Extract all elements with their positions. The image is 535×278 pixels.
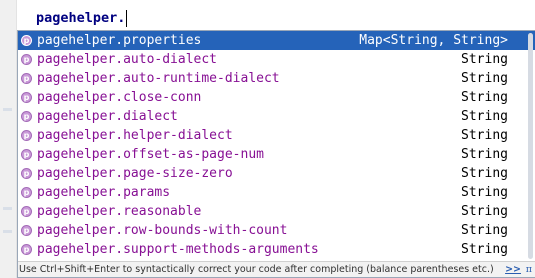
completion-item-type: String [461,185,508,200]
completion-item-type: String [461,71,508,86]
completion-item[interactable]: p pagehelper.auto-runtime-dialect String [18,69,535,88]
popup-scrollbar[interactable] [528,33,533,259]
completion-item-name: pagehelper.close-conn [37,90,202,105]
completion-item[interactable]: p pagehelper.properties Map<String, String… [18,31,535,50]
property-icon: p [21,206,32,217]
completion-item-name: pagehelper.reasonable [37,204,202,219]
property-icon: p [21,92,32,103]
completion-item[interactable]: p pagehelper.helper-dialect String [18,126,535,145]
completion-item[interactable]: p pagehelper.row-bounds-with-count String [18,221,535,240]
gutter-marker [3,230,12,233]
completion-item-type: String [461,166,508,181]
completion-popup[interactable]: p pagehelper.properties Map<String, String… [17,30,535,278]
completion-item-name: pagehelper.auto-dialect [37,52,218,67]
more-link[interactable]: >> [505,262,521,277]
completion-item[interactable]: p pagehelper.auto-dialect String [18,50,535,69]
property-icon: p [21,54,32,65]
completion-item-type: String [461,204,508,219]
editor-gutter [0,0,17,278]
property-icon: p [21,35,32,46]
property-icon: p [21,168,32,179]
property-icon: p [21,149,32,160]
completion-item-type: String [461,223,508,238]
property-icon: p [21,187,32,198]
property-icon: p [21,111,32,122]
completion-list[interactable]: p pagehelper.properties Map<String, String… [18,31,535,259]
completion-item-type: String [461,242,508,257]
completion-item[interactable]: p pagehelper.page-size-zero String [18,164,535,183]
completion-item-name: pagehelper.offset-as-page-num [37,147,264,162]
completion-item-name: pagehelper.params [37,185,171,200]
completion-item-type: String [461,109,508,124]
completion-item-name: pagehelper.support-methods-arguments [37,242,319,257]
completion-item-name: pagehelper.page-size-zero [37,166,233,181]
property-icon: p [21,130,32,141]
completion-item[interactable]: p pagehelper.reasonable String [18,202,535,221]
gutter-marker [3,207,12,210]
property-icon: p [21,225,32,236]
completion-item[interactable]: p pagehelper.dialect String [18,107,535,126]
completion-item-type: String [461,52,508,67]
completion-item-type: Map<String, String> [359,33,508,48]
popup-status-bar: Use Ctrl+Shift+Enter to syntactically co… [18,261,535,277]
completion-item-type: String [461,147,508,162]
status-hint: Use Ctrl+Shift+Enter to syntactically co… [19,264,494,275]
property-icon: p [21,244,32,255]
text-caret [126,10,127,27]
completion-item-type: String [461,128,508,143]
completion-item-type: String [461,90,508,105]
completion-item-name: pagehelper.properties [37,33,202,48]
completion-item-name: pagehelper.auto-runtime-dialect [37,71,280,86]
gutter-marker [3,108,12,111]
completion-item[interactable]: p pagehelper.offset-as-page-num String [18,145,535,164]
editor-current-line[interactable]: pagehelper. [36,10,125,26]
completion-item[interactable]: p pagehelper.support-methods-arguments Str… [18,240,535,259]
completion-item[interactable]: p pagehelper.close-conn String [18,88,535,107]
completion-item-name: pagehelper.helper-dialect [37,128,233,143]
completion-item-name: pagehelper.dialect [37,109,178,124]
property-icon: p [21,73,32,84]
completion-item[interactable]: p pagehelper.params String [18,183,535,202]
completion-item-name: pagehelper.row-bounds-with-count [37,223,288,238]
pi-icon[interactable]: π [526,262,532,277]
